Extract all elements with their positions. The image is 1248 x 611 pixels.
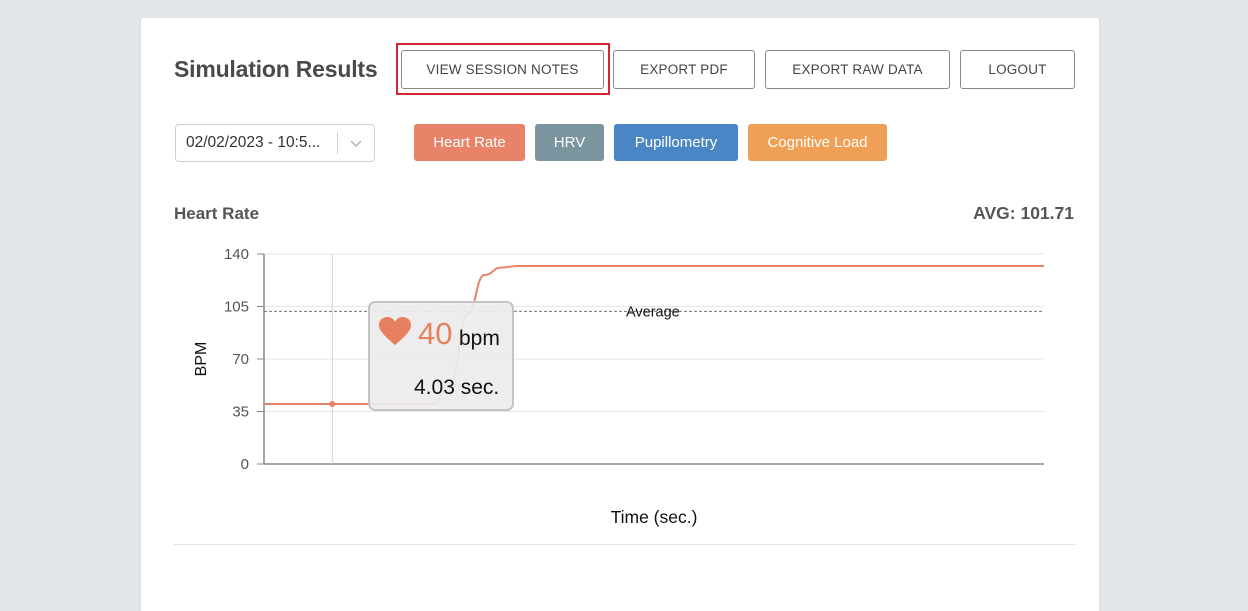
average-line-label: Average [626, 304, 680, 320]
results-card: Simulation Results VIEW SESSION NOTES EX… [141, 18, 1099, 611]
y-tick-label: 70 [232, 351, 249, 368]
y-axis-title: BPM [193, 342, 210, 377]
y-tick-label: 35 [232, 404, 249, 421]
chart-tooltip: 40 bpm 4.03 sec. [368, 301, 514, 411]
tooltip-bpm-unit: bpm [459, 327, 500, 350]
x-axis-title: Time (sec.) [611, 507, 698, 527]
y-tick-label: 105 [224, 299, 249, 316]
y-tick-label: 140 [224, 246, 249, 263]
tooltip-time-value: 4.03 sec. [414, 376, 500, 399]
heart-icon [379, 317, 411, 352]
y-tick-label: 0 [241, 456, 249, 473]
section-divider [174, 544, 1075, 545]
tooltip-bpm-value: 40 [418, 316, 453, 351]
heart-rate-chart[interactable]: 0 35 70 105 140 Average BPM Time (sec.) [141, 18, 1099, 538]
hover-data-point [329, 401, 336, 407]
